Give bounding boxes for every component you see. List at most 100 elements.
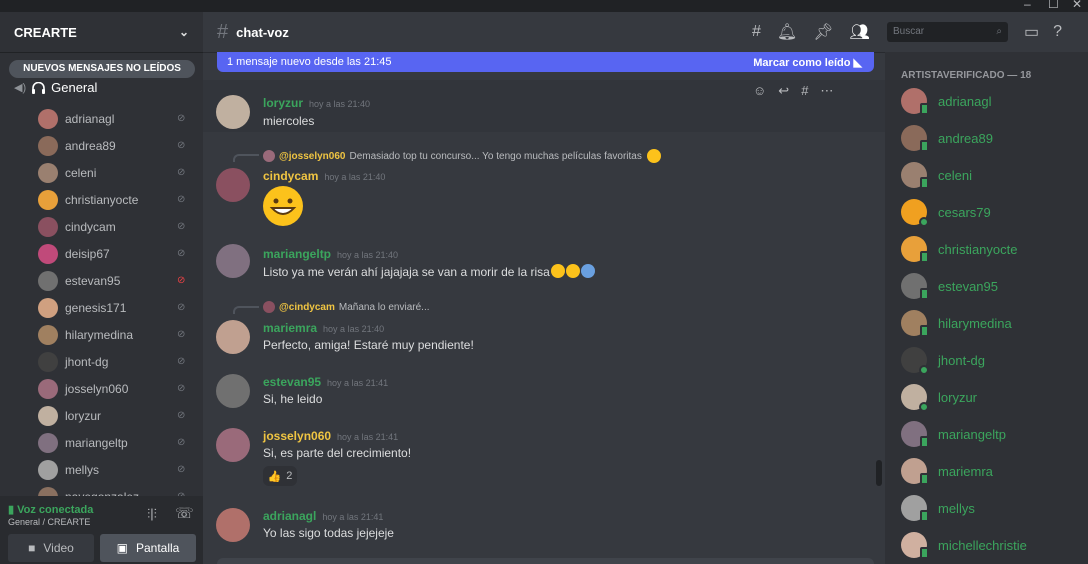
notification-bell-icon[interactable]: 🔔︎ (777, 22, 797, 42)
voice-user[interactable]: hilarymedina ⊘ (0, 321, 203, 348)
message-timestamp: hoy a las 21:40 (309, 99, 371, 109)
member-name: estevan95 (938, 278, 998, 294)
voice-user-name: genesis171 (65, 300, 127, 315)
message-text: miercoles (263, 114, 315, 128)
avatar[interactable] (216, 168, 250, 202)
member-item[interactable]: cesars79 (901, 197, 991, 227)
avatar[interactable] (216, 428, 250, 462)
message-item[interactable]: loryzur hoy a las 21:40 miercoles ☺ ↩ # ⋯ (203, 80, 885, 132)
avatar[interactable] (216, 244, 250, 278)
member-item[interactable]: hilarymedina (901, 308, 1012, 338)
avatar (38, 243, 58, 264)
chat-scrollbar[interactable] (876, 460, 882, 486)
muted-mic-icon: ⊘ (177, 140, 186, 151)
message-author[interactable]: mariangeltp hoy a las 21:40 (263, 247, 398, 261)
avatar[interactable] (216, 374, 250, 408)
message-item[interactable]: mariangeltp hoy a las 21:40 Listo ya me v… (203, 238, 885, 290)
voice-channel-path[interactable]: General / CREARTE (8, 517, 90, 527)
message-item[interactable]: @josselyn060 Demasiado top tu concurso..… (203, 146, 885, 236)
voice-user[interactable]: loryzur ⊘ (0, 402, 203, 429)
member-item[interactable]: jhont-dg (901, 345, 985, 375)
member-item[interactable]: christianyocte (901, 234, 1017, 264)
unread-messages-pill[interactable]: NUEVOS MENSAJES NO LEÍDOS (9, 60, 195, 78)
author-name: mariemra (263, 321, 318, 335)
avatar (38, 135, 58, 156)
voice-user[interactable]: deisip67 ⊘ (0, 240, 203, 267)
reply-reference[interactable]: @cindycam Mañana lo enviaré... (263, 301, 430, 313)
message-item[interactable]: adrianagl hoy a las 21:41 Yo las sigo tod… (203, 502, 885, 558)
message-item[interactable]: estevan95 hoy a las 21:41 Si, he leido (203, 368, 885, 418)
voice-user[interactable]: celeni ⊘ (0, 159, 203, 186)
more-options-icon[interactable]: ⋯ (820, 83, 833, 99)
avatar[interactable] (216, 320, 250, 354)
member-item[interactable]: mariangeltp (901, 419, 1006, 449)
avatar[interactable] (216, 95, 250, 129)
voice-user[interactable]: genesis171 ⊘ (0, 294, 203, 321)
video-button[interactable]: ■ Video (8, 534, 94, 562)
role-heading: ARTISTAVERIFICADO — 18 (901, 70, 1032, 81)
mobile-status-icon (920, 177, 929, 189)
message-item[interactable]: @cindycam Mañana lo enviaré... mariemra h… (203, 298, 885, 358)
voice-user[interactable]: christianyocte ⊘ (0, 186, 203, 213)
minimize-button[interactable]: – (1024, 0, 1031, 11)
voice-user[interactable]: andrea89 ⊘ (0, 132, 203, 159)
author-name: estevan95 (263, 375, 322, 389)
reaction-button[interactable]: 👍 2 (263, 466, 297, 486)
message-timestamp: hoy a las 21:41 (327, 378, 389, 388)
help-icon[interactable]: ? (1053, 23, 1062, 41)
message-author[interactable]: loryzur hoy a las 21:40 (263, 96, 370, 110)
member-item[interactable]: celeni (901, 160, 972, 190)
member-item[interactable]: andrea89 (901, 123, 993, 153)
message-author[interactable]: mariemra hoy a las 21:40 (263, 321, 384, 335)
member-name: loryzur (938, 389, 978, 405)
disconnect-call-icon[interactable]: ☏ (175, 504, 194, 522)
message-author[interactable]: cindycam hoy a las 21:40 (263, 169, 385, 183)
voice-user[interactable]: cindycam ⊘ (0, 213, 203, 240)
member-item[interactable]: mellys (901, 493, 975, 523)
voice-user-name: hilarymedina (65, 327, 134, 342)
noise-suppression-icon[interactable]: ⫶|⫶ (147, 506, 157, 522)
rofl-emoji-icon (550, 264, 565, 278)
message-author[interactable]: estevan95 hoy a las 21:41 (263, 375, 388, 389)
mark-read-label: Marcar como leído (753, 56, 851, 69)
screen-share-button[interactable]: ▣ Pantalla (100, 534, 196, 562)
voice-user[interactable]: estevan95 ⊘ (0, 267, 203, 294)
member-item[interactable]: michellechristie (901, 530, 1027, 560)
member-item[interactable]: loryzur (901, 382, 977, 412)
threads-icon[interactable]: # (752, 23, 761, 41)
reply-reference[interactable]: @josselyn060 Demasiado top tu concurso..… (263, 149, 661, 163)
message-author[interactable]: adrianagl hoy a las 21:41 (263, 509, 383, 523)
close-button[interactable]: ✕ (1072, 0, 1082, 11)
member-item[interactable]: mariemra (901, 456, 993, 486)
message-author[interactable]: josselyn060 hoy a las 21:41 (263, 429, 398, 443)
server-header[interactable]: CREARTE ⌄ (0, 12, 203, 52)
reply-icon[interactable]: ↩ (778, 83, 789, 99)
voice-user[interactable]: josselyn060 ⊘ (0, 375, 203, 402)
avatar (38, 108, 58, 129)
pin-icon[interactable]: 📌︎ (813, 22, 833, 42)
message-composer[interactable] (217, 558, 874, 564)
member-name: cesars79 (938, 204, 991, 220)
search-input[interactable]: Buscar ⌕ (887, 22, 1008, 42)
message-text: Si, es parte del crecimiento! (263, 446, 412, 460)
voice-channel-general[interactable]: ◀) General (14, 80, 97, 95)
inbox-icon[interactable]: ▭ (1024, 22, 1039, 42)
message-timestamp: hoy a las 21:41 (337, 432, 399, 442)
member-item[interactable]: adrianagl (901, 86, 992, 116)
member-name: mellys (938, 500, 975, 516)
add-reaction-icon[interactable]: ☺ (753, 83, 766, 99)
create-thread-icon[interactable]: # (801, 83, 808, 99)
new-messages-banner[interactable]: 1 mensaje nuevo desde las 21:45 Marcar c… (217, 52, 874, 72)
voice-user[interactable]: mariangeltp ⊘ (0, 429, 203, 456)
voice-user[interactable]: jhont-dg ⊘ (0, 348, 203, 375)
members-list-icon[interactable]: 👥︎ (850, 22, 870, 42)
mobile-status-icon (920, 436, 929, 448)
voice-user[interactable]: adrianagl ⊘ (0, 105, 203, 132)
voice-user[interactable]: mellys ⊘ (0, 456, 203, 483)
mark-read-button[interactable]: Marcar como leído ◣ (753, 56, 862, 69)
member-item[interactable]: estevan95 (901, 271, 998, 301)
avatar[interactable] (216, 508, 250, 542)
maximize-button[interactable]: ☐ (1048, 0, 1059, 11)
avatar (901, 199, 929, 227)
message-item[interactable]: josselyn060 hoy a las 21:41 Si, es parte … (203, 422, 885, 492)
